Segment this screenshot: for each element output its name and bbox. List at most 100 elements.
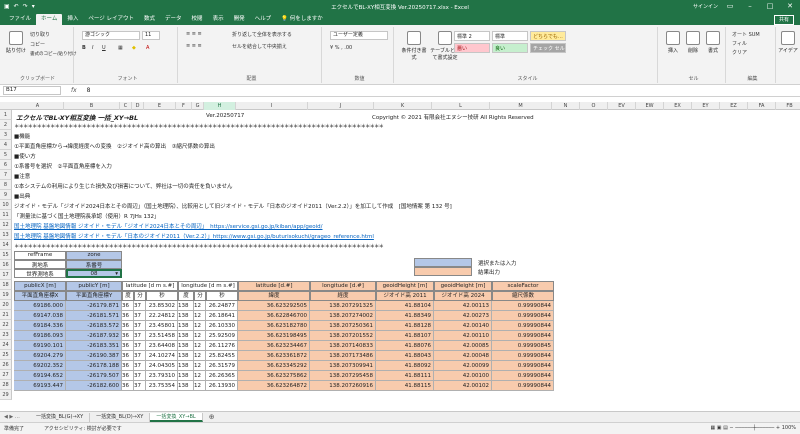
- accessibility-status[interactable]: アクセシビリティ: 検討が必要です: [44, 425, 122, 432]
- italic-button[interactable]: I: [92, 45, 93, 51]
- table-subheader[interactable]: 緯度: [238, 291, 310, 301]
- table-cell[interactable]: 12: [194, 371, 206, 381]
- source-desc[interactable]: ジオイド・モデル「ジオイド2024日本とその周辺」（国土地理院）、比較用として旧…: [14, 202, 452, 210]
- table-cell[interactable]: 23.75354: [146, 381, 178, 391]
- column-header[interactable]: J: [308, 102, 374, 110]
- tab-help[interactable]: ヘルプ: [250, 14, 277, 25]
- table-subheader[interactable]: 秒: [146, 291, 178, 301]
- table-cell[interactable]: 42.00100: [434, 371, 492, 381]
- wrap-text-button[interactable]: 折り返して全体を表示する: [232, 31, 292, 38]
- table-cell[interactable]: 0.99990844: [492, 331, 554, 341]
- table-cell[interactable]: 36: [122, 361, 134, 371]
- column-header[interactable]: FA: [748, 102, 776, 110]
- table-cell[interactable]: 69147.038: [14, 311, 66, 321]
- column-header[interactable]: G: [192, 102, 204, 110]
- column-header[interactable]: O: [580, 102, 608, 110]
- table-header[interactable]: geoidHeight [m]: [434, 281, 492, 291]
- table-cell[interactable]: 69190.101: [14, 341, 66, 351]
- table-cell[interactable]: 42.00048: [434, 351, 492, 361]
- table-cell[interactable]: 138.207291325: [310, 301, 376, 311]
- geoid2024-link[interactable]: 国土地理院 基盤地図情報 ジオイド・モデル「ジオイド2024日本とその周辺」 h…: [14, 222, 323, 230]
- table-cell[interactable]: 25.82455: [206, 351, 238, 361]
- ribbon-display-icon[interactable]: ▭: [720, 0, 740, 13]
- table-cell[interactable]: 23.64408: [146, 341, 178, 351]
- formula-input[interactable]: 8: [87, 87, 91, 94]
- table-cell[interactable]: 41.88076: [376, 341, 434, 351]
- row-header[interactable]: 21: [0, 310, 12, 320]
- row-header[interactable]: 5: [0, 150, 12, 160]
- table-cell[interactable]: 138.207295458: [310, 371, 376, 381]
- table-cell[interactable]: 41.88111: [376, 371, 434, 381]
- table-cell[interactable]: 36.622846700: [238, 311, 310, 321]
- style-normal2[interactable]: 標準 2: [454, 31, 490, 41]
- sheet-tab-xy-bl[interactable]: 一括変換_XY→BL: [150, 412, 203, 422]
- column-header[interactable]: M: [490, 102, 552, 110]
- approval-text[interactable]: 「測量法に基づく国土地理院長承認（使用）R 7JHs 132」: [14, 212, 159, 220]
- row-header[interactable]: 9: [0, 190, 12, 200]
- table-header[interactable]: publicY [m]: [66, 281, 122, 291]
- table-subheader[interactable]: 秒: [206, 291, 238, 301]
- table-cell[interactable]: 138: [178, 321, 194, 331]
- table-cell[interactable]: 0.99990845: [492, 341, 554, 351]
- row-header[interactable]: 27: [0, 370, 12, 380]
- table-header[interactable]: publicX [m]: [14, 281, 66, 291]
- table-header[interactable]: latitude [d.#]: [238, 281, 310, 291]
- table-cell[interactable]: 37: [134, 331, 146, 341]
- column-header[interactable]: EY: [692, 102, 720, 110]
- row-header[interactable]: 12: [0, 220, 12, 230]
- table-cell[interactable]: 0.99990844: [492, 311, 554, 321]
- table-cell[interactable]: 41.88043: [376, 351, 434, 361]
- row-header[interactable]: 19: [0, 290, 12, 300]
- tab-data[interactable]: データ: [160, 14, 187, 25]
- table-subheader[interactable]: 経度: [310, 291, 376, 301]
- autosum-button[interactable]: オート SUM: [732, 31, 760, 38]
- conditional-format-button[interactable]: 条件付き書式: [400, 31, 428, 61]
- tab-developer[interactable]: 開発: [229, 14, 250, 25]
- table-cell[interactable]: 37: [134, 361, 146, 371]
- section-function[interactable]: ■機能: [14, 132, 30, 140]
- table-cell[interactable]: -26183.572: [66, 321, 122, 331]
- table-cell[interactable]: 36.623345292: [238, 361, 310, 371]
- row-header[interactable]: 10: [0, 200, 12, 210]
- table-cell[interactable]: 12: [194, 381, 206, 391]
- table-cell[interactable]: 69202.352: [14, 361, 66, 371]
- row-header[interactable]: 8: [0, 180, 12, 190]
- table-cell[interactable]: 69204.279: [14, 351, 66, 361]
- align-left-icon[interactable]: ≡ ≡ ≡: [186, 43, 202, 49]
- table-cell[interactable]: 12: [194, 351, 206, 361]
- table-cell[interactable]: 36.623292505: [238, 301, 310, 311]
- row-header[interactable]: 29: [0, 390, 12, 400]
- table-cell[interactable]: 0.99990844: [492, 371, 554, 381]
- table-cell[interactable]: 138: [178, 331, 194, 341]
- table-cell[interactable]: -26190.387: [66, 351, 122, 361]
- zoom-level[interactable]: ▦ ▣ ▤ − ──────┼────── + 100%: [710, 425, 796, 431]
- table-cell[interactable]: 41.88092: [376, 361, 434, 371]
- separator-row-14[interactable]: ＊＊＊＊＊＊＊＊＊＊＊＊＊＊＊＊＊＊＊＊＊＊＊＊＊＊＊＊＊＊＊＊＊＊＊＊＊＊＊＊…: [14, 242, 384, 250]
- table-header[interactable]: scaleFactor: [492, 281, 554, 291]
- style-good[interactable]: 良い: [492, 43, 528, 53]
- table-cell[interactable]: 138: [178, 351, 194, 361]
- row-header[interactable]: 2: [0, 120, 12, 130]
- table-cell[interactable]: 36.623198495: [238, 331, 310, 341]
- table-subheader[interactable]: 縮尺係数: [492, 291, 554, 301]
- table-cell[interactable]: 36.623234467: [238, 341, 310, 351]
- table-cell[interactable]: 69186.093: [14, 331, 66, 341]
- tab-view[interactable]: 表示: [208, 14, 229, 25]
- table-cell[interactable]: 69193.447: [14, 381, 66, 391]
- column-header[interactable]: A: [12, 102, 64, 110]
- table-cell[interactable]: 69184.336: [14, 321, 66, 331]
- table-header[interactable]: longitude [d.#]: [310, 281, 376, 291]
- table-cell[interactable]: 36.623264872: [238, 381, 310, 391]
- table-subheader[interactable]: 度: [122, 291, 134, 301]
- table-cell[interactable]: 69194.652: [14, 371, 66, 381]
- column-header[interactable]: L: [432, 102, 490, 110]
- table-cell[interactable]: 138: [178, 341, 194, 351]
- table-cell[interactable]: 26.13930: [206, 381, 238, 391]
- row-header[interactable]: 22: [0, 320, 12, 330]
- maximize-icon[interactable]: □: [760, 0, 780, 13]
- table-cell[interactable]: 26.31579: [206, 361, 238, 371]
- table-cell[interactable]: 37: [134, 341, 146, 351]
- table-cell[interactable]: 0.99990844: [492, 301, 554, 311]
- table-cell[interactable]: 26.10330: [206, 321, 238, 331]
- number-format-select[interactable]: ユーザー定義: [330, 31, 388, 40]
